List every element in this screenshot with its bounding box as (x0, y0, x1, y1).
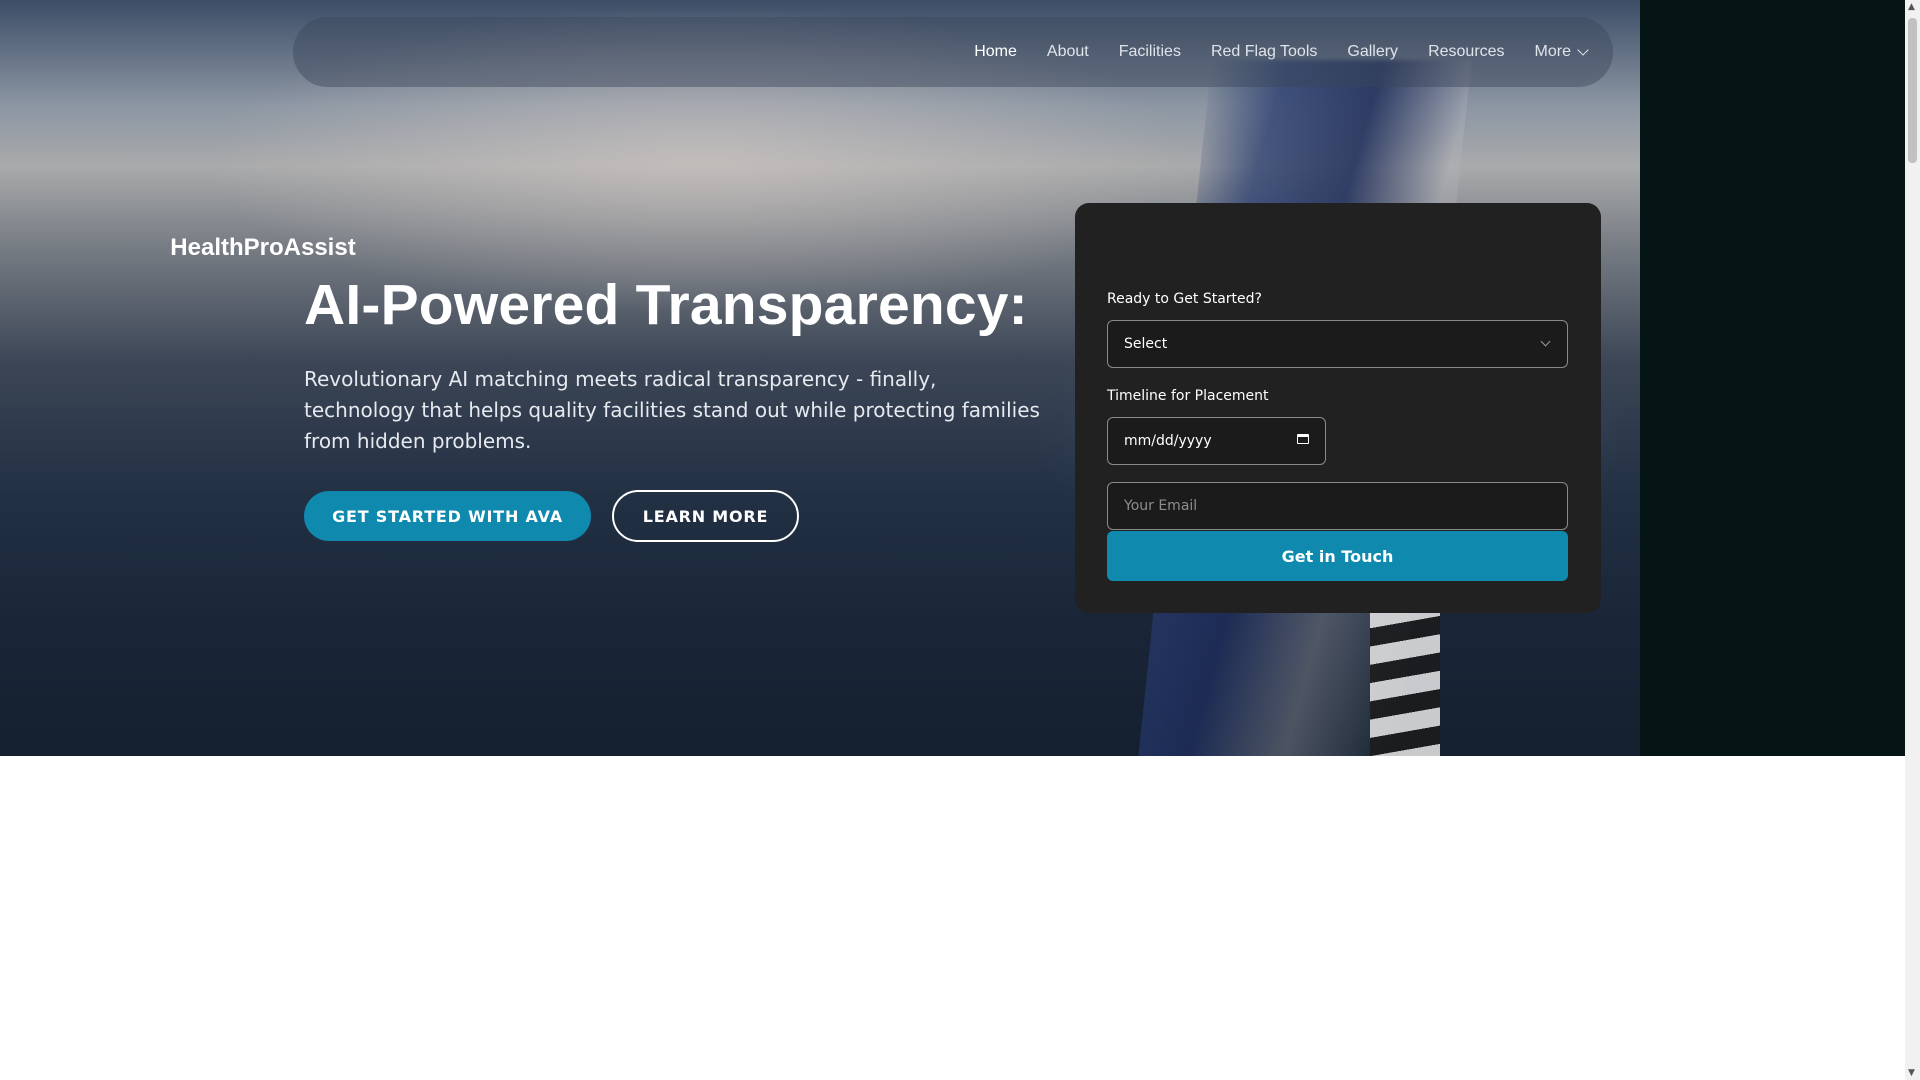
hero-title: AI-Powered Transparency: (304, 273, 1028, 337)
scroll-up-icon[interactable]: ▲ (1908, 2, 1915, 12)
nav-resources[interactable]: Resources (1428, 43, 1504, 61)
hero-subtitle: Revolutionary AI matching meets radical … (304, 367, 1040, 453)
learn-more-button[interactable]: LEARN MORE (612, 490, 799, 542)
page-scrollbar[interactable]: ▲ ▼ (1905, 0, 1920, 1080)
nav-facilities[interactable]: Facilities (1119, 43, 1181, 61)
form-title: HealthProAssist (170, 234, 356, 261)
flag-stripes-image (1370, 610, 1440, 756)
nav-more[interactable]: More (1534, 43, 1589, 61)
get-in-touch-button[interactable]: Get in Touch (1107, 531, 1568, 581)
start-label: Ready to Get Started? (1107, 291, 1262, 307)
start-select-value: Select (1124, 336, 1168, 352)
start-select[interactable]: Select (1107, 320, 1568, 368)
nav-about[interactable]: About (1047, 43, 1089, 61)
date-placeholder: mm/dd/yyyy (1124, 433, 1212, 449)
scrollbar-thumb[interactable] (1908, 18, 1917, 163)
nav-links: Home About Facilities Red Flag Tools Gal… (974, 17, 1589, 87)
email-placeholder: Your Email (1124, 498, 1198, 514)
nav-red-flag-tools[interactable]: Red Flag Tools (1211, 43, 1317, 61)
chevron-down-icon (1540, 336, 1551, 347)
top-navbar: Home About Facilities Red Flag Tools Gal… (293, 17, 1613, 87)
chevron-down-icon (1577, 44, 1589, 56)
nav-home[interactable]: Home (974, 43, 1017, 61)
calendar-icon[interactable] (1297, 434, 1309, 444)
get-started-button[interactable]: GET STARTED WITH AVA (304, 491, 591, 541)
hero-dark-panel (1640, 0, 1905, 756)
timeline-label: Timeline for Placement (1107, 388, 1269, 404)
placement-date-input[interactable]: mm/dd/yyyy (1107, 417, 1326, 465)
scroll-down-icon[interactable]: ▼ (1908, 1068, 1915, 1078)
email-field[interactable]: Your Email (1107, 482, 1568, 530)
nav-more-label: More (1534, 43, 1571, 60)
nav-gallery[interactable]: Gallery (1347, 43, 1398, 61)
